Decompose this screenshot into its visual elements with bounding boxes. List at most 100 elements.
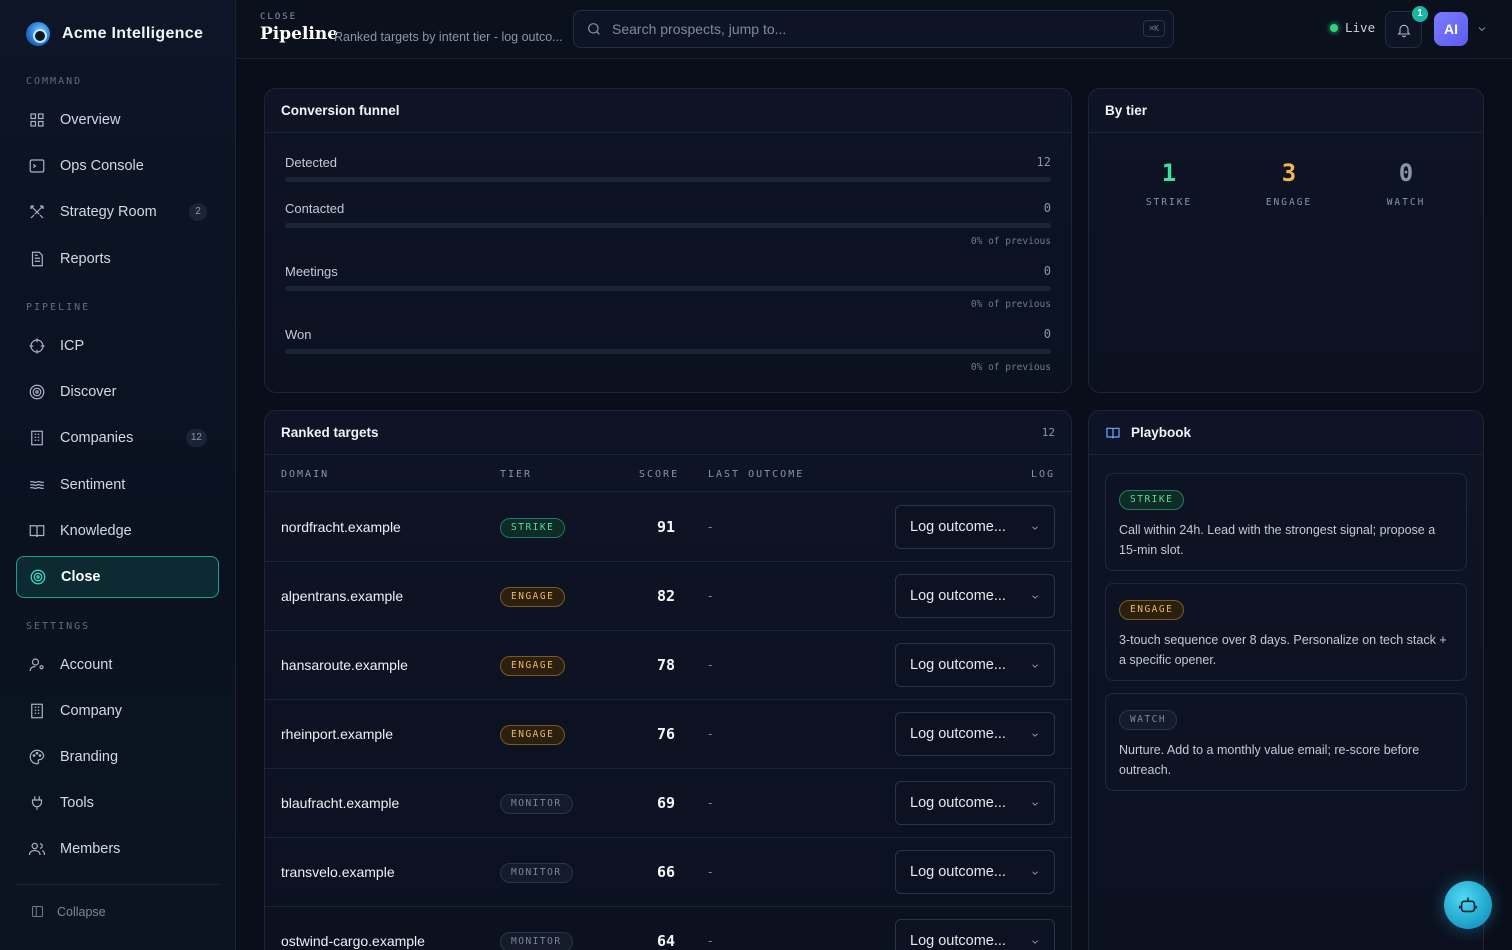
avatar[interactable]: AI	[1434, 12, 1468, 46]
plug-icon	[31, 796, 43, 810]
table-row[interactable]: blaufracht.example MONITOR 69 - Log outcome.…	[265, 769, 1071, 838]
tier-badge: MONITOR	[500, 932, 573, 950]
sidebar-item-discover[interactable]: Discover	[16, 371, 219, 413]
log-outcome-select[interactable]: Log outcome...	[895, 574, 1055, 618]
funnel-stage-bar	[285, 177, 1051, 182]
row-domain[interactable]: rheinport.example	[281, 726, 393, 742]
log-outcome-select[interactable]: Log outcome...	[895, 643, 1055, 687]
sidebar-item-branding[interactable]: Branding	[16, 736, 219, 778]
sidebar-item-label: Reports	[60, 251, 111, 267]
building-icon	[31, 430, 43, 446]
log-outcome-select-label: Log outcome...	[910, 864, 1006, 880]
sidebar: Acme Intelligence COMMAND Overview Ops C…	[0, 0, 236, 950]
notifications-button[interactable]: 1	[1385, 6, 1428, 48]
funnel-stage-count: 0	[1043, 264, 1051, 278]
sidebar-item-label: Company	[60, 703, 123, 719]
tier-badge: STRIKE	[500, 518, 566, 538]
row-last-outcome: -	[708, 933, 713, 948]
row-score: 64	[656, 932, 675, 950]
live-dot-icon	[1330, 23, 1338, 32]
card-title: Ranked targets 12	[265, 411, 1071, 455]
table-row[interactable]: alpentrans.example ENGAGE 82 - Log outcome..…	[265, 562, 1071, 631]
log-outcome-select[interactable]: Log outcome...	[895, 919, 1055, 950]
row-domain[interactable]: nordfracht.example	[281, 519, 401, 535]
column-header-tier[interactable]: TIER	[500, 469, 532, 480]
sidebar-item-icp[interactable]: ICP	[16, 325, 219, 367]
log-outcome-select[interactable]: Log outcome...	[895, 712, 1055, 756]
row-domain[interactable]: ostwind-cargo.example	[281, 933, 425, 949]
sidebar-divider	[16, 884, 219, 885]
sidebar-item-close[interactable]: Close	[16, 556, 219, 598]
card-title: Conversion funnel	[265, 89, 1071, 133]
sidebar-item-label: Account	[60, 657, 113, 673]
log-outcome-select[interactable]: Log outcome...	[895, 781, 1055, 825]
table-row[interactable]: ostwind-cargo.example MONITOR 64 - Log outco…	[265, 907, 1071, 950]
assistant-bot-button[interactable]	[1444, 881, 1492, 929]
row-score: 69	[656, 794, 675, 812]
column-header-last-outcome[interactable]: LAST OUTCOME	[708, 469, 804, 480]
section-label-settings: SETTINGS	[26, 621, 91, 632]
column-header-domain[interactable]: DOMAIN	[281, 469, 329, 480]
playbook-text: Call within 24h. Lead with the strongest…	[1119, 523, 1436, 557]
sidebar-item-label: Companies	[60, 430, 134, 446]
chevron-down-icon	[1478, 27, 1486, 32]
brand[interactable]: Acme Intelligence	[26, 22, 203, 46]
collapse-label: Collapse	[57, 904, 106, 919]
search-icon	[588, 23, 600, 35]
row-domain[interactable]: blaufracht.example	[281, 795, 399, 811]
sidebar-item-companies[interactable]: Companies 12	[16, 417, 219, 459]
playbook-item: ENGAGE 3-touch sequence over 8 days. Pers…	[1105, 583, 1467, 681]
table-row[interactable]: nordfracht.example STRIKE 91 - Log outcome..…	[265, 493, 1071, 562]
search-input[interactable]	[612, 21, 1132, 37]
column-header-score[interactable]: SCORE	[639, 469, 679, 480]
avatar-menu-chevron[interactable]	[1476, 22, 1488, 34]
table-row[interactable]: transvelo.example MONITOR 66 - Log outcome..…	[265, 838, 1071, 907]
waves-icon	[29, 480, 45, 490]
row-domain[interactable]: hansaroute.example	[281, 657, 408, 673]
sidebar-item-reports[interactable]: Reports	[16, 238, 219, 280]
sidebar-item-sentiment[interactable]: Sentiment	[16, 464, 219, 506]
collapse-button[interactable]: Collapse	[30, 904, 106, 919]
tier-badge: ENGAGE	[500, 656, 566, 676]
log-outcome-select[interactable]: Log outcome...	[895, 850, 1055, 894]
row-domain[interactable]: transvelo.example	[281, 864, 395, 880]
by-tier-card: By tier 1 STRIKE 3 ENGAGE 0 WATCH	[1088, 88, 1484, 393]
sidebar-item-label: Ops Console	[60, 158, 144, 174]
tier-stat-watch: 0 WATCH	[1356, 159, 1456, 208]
log-outcome-select[interactable]: Log outcome...	[895, 505, 1055, 549]
sidebar-item-strategy-room[interactable]: Strategy Room 2	[16, 191, 219, 233]
row-last-outcome: -	[708, 657, 713, 672]
sidebar-item-knowledge[interactable]: Knowledge	[16, 510, 219, 552]
sidebar-collapse-icon	[32, 906, 43, 917]
funnel-stage-bar	[285, 349, 1051, 354]
playbook-text: 3-touch sequence over 8 days. Personaliz…	[1119, 633, 1447, 667]
sidebar-item-overview[interactable]: Overview	[16, 99, 219, 141]
table-row[interactable]: hansaroute.example ENGAGE 78 - Log outcome..…	[265, 631, 1071, 700]
log-outcome-select-label: Log outcome...	[910, 519, 1006, 535]
book-icon	[29, 525, 45, 538]
funnel-stage-label: Detected	[285, 155, 338, 170]
tier-badge: STRIKE	[1119, 490, 1185, 510]
funnel-stage-pct: 0% of previous	[970, 299, 1051, 310]
funnel-stage: Meetings 0 0% of previous	[285, 264, 1051, 310]
search-box[interactable]: ⌘K	[573, 10, 1174, 48]
document-icon	[31, 251, 43, 267]
row-score: 82	[656, 587, 675, 605]
funnel-stage-bar	[285, 286, 1051, 291]
sidebar-item-account[interactable]: Account	[16, 644, 219, 686]
log-outcome-select-label: Log outcome...	[910, 795, 1006, 811]
row-domain[interactable]: alpentrans.example	[281, 588, 403, 604]
sidebar-item-company[interactable]: Company	[16, 690, 219, 732]
sidebar-item-ops-console[interactable]: Ops Console	[16, 145, 219, 187]
bell-icon	[1396, 24, 1411, 37]
funnel-stage-count: 0	[1043, 201, 1051, 215]
breadcrumb[interactable]: CLOSE	[260, 12, 297, 22]
sidebar-item-members[interactable]: Members	[16, 828, 219, 870]
table-row[interactable]: rheinport.example ENGAGE 76 - Log outcome...	[265, 700, 1071, 769]
user-gear-icon	[29, 658, 44, 672]
tier-badge: WATCH	[1119, 710, 1178, 730]
tier-badge: ENGAGE	[500, 725, 566, 745]
sidebar-item-tools[interactable]: Tools	[16, 782, 219, 824]
funnel-stage-label: Contacted	[285, 201, 345, 216]
funnel-stage: Detected 12	[285, 155, 1051, 182]
